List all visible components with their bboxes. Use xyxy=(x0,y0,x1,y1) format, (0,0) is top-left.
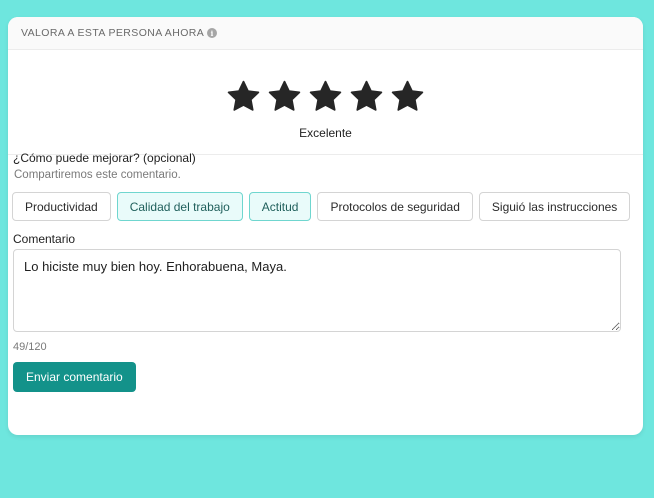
info-icon[interactable]: i xyxy=(207,28,218,38)
rating-section: Excelente xyxy=(8,50,643,155)
star-icon[interactable] xyxy=(349,79,384,114)
character-counter: 49/120 xyxy=(13,341,47,353)
rating-label: Excelente xyxy=(299,126,352,140)
comment-label: Comentario xyxy=(13,232,76,246)
improve-title: ¿Cómo puede mejorar? (opcional) xyxy=(13,151,196,165)
chip-actitud[interactable]: Actitud xyxy=(248,192,312,221)
star-icon[interactable] xyxy=(267,79,302,114)
chip-siguió-las-instrucciones[interactable]: Siguió las instrucciones xyxy=(478,192,631,221)
header-title: VALORA A ESTA PERSONA AHORA xyxy=(21,27,205,39)
improve-subtitle: Compartiremos este comentario. xyxy=(14,169,181,181)
improvement-chips: Productividad Calidad del trabajo Actitud P… xyxy=(12,192,631,221)
star-icon[interactable] xyxy=(390,79,425,114)
chip-productividad[interactable]: Productividad xyxy=(12,192,111,221)
star-rating xyxy=(8,79,643,114)
submit-feedback-button[interactable]: Enviar comentario xyxy=(13,362,136,392)
chip-calidad-del-trabajo[interactable]: Calidad del trabajo xyxy=(116,192,243,221)
comment-textarea[interactable] xyxy=(13,249,621,332)
chip-protocolos-de-seguridad[interactable]: Protocolos de seguridad xyxy=(317,192,473,221)
star-icon[interactable] xyxy=(226,79,261,114)
star-icon[interactable] xyxy=(308,79,343,114)
card-header: VALORA A ESTA PERSONA AHORA i xyxy=(8,17,643,50)
